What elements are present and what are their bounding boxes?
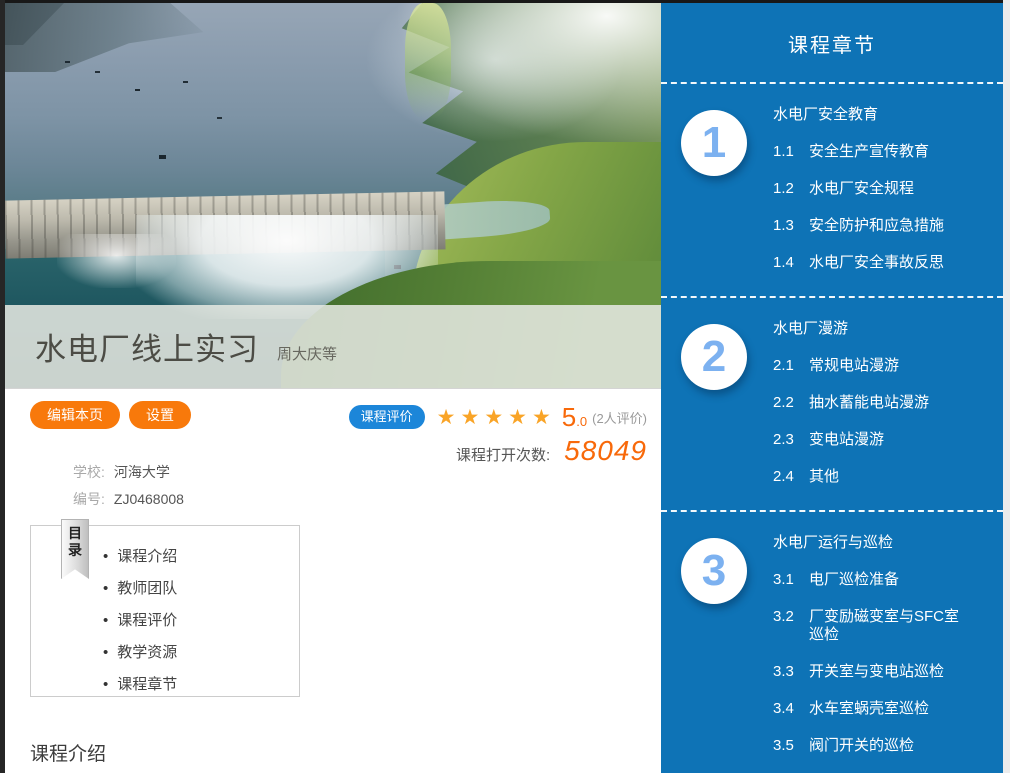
chapter-number-badge: 2 [681,324,747,390]
course-id-row: 编号: ZJ0468008 [73,486,184,513]
star-icon: ★ [437,406,461,429]
item-label: 安全防护和应急措施 [809,217,971,235]
school-label: 学校: [73,464,105,480]
window-top-edge [0,0,1010,3]
banner-art-spray-small [57,234,175,288]
opens-label: 课程打开次数: [456,444,550,465]
chapter-item-2.3[interactable]: 2.3变电站漫游 [773,431,971,449]
page-toolbar: 编辑本页 设置 [30,401,191,429]
item-label: 安全生产宣传教育 [809,143,971,161]
chapter-title[interactable]: 水电厂漫游 [773,320,971,338]
chapter-section-1: 1 水电厂安全教育 1.1安全生产宣传教育 1.2水电厂安全规程 1.3安全防护和应急措… [661,84,1003,298]
item-label: 常规电站漫游 [809,357,971,375]
chapter-section-3: 3 水电厂运行与巡检 3.1电厂巡检准备 3.2厂变励磁变室与SFC室巡检 3.3开关室… [661,512,1003,773]
item-number: 3.5 [773,737,809,755]
school-row: 学校: 河海大学 [73,459,184,486]
chapter-number-badge: 3 [681,538,747,604]
banner-art-boats [65,61,70,63]
item-label: 水车室蜗壳室巡检 [809,700,971,718]
rating-count: (2人评价) [592,408,647,427]
star-icon: ★ [508,406,532,429]
item-label: 电厂巡检准备 [809,571,971,589]
course-banner: 水电厂线上实习 周大庆等 [5,3,661,389]
item-number: 3.1 [773,571,809,589]
course-title: 水电厂线上实习 [35,324,259,369]
course-id-value: ZJ0468008 [114,491,184,507]
rating-stars: ★★★★★ [437,407,556,428]
course-opens-row: 课程打开次数: 58049 [456,435,647,467]
banner-art-sunlit-peak [405,3,451,119]
star-icon: ★ [484,406,508,429]
chapter-item-3.5[interactable]: 3.5阀门开关的巡检 [773,737,971,755]
chapter-item-1.1[interactable]: 1.1安全生产宣传教育 [773,143,971,161]
toc-item-5[interactable]: 课程章节 [103,673,299,694]
toc-item-2[interactable]: 教师团队 [103,577,299,598]
chapters-panel-title: 课程章节 [661,3,1003,84]
chapter-number-badge: 1 [681,110,747,176]
chapter-item-1.2[interactable]: 1.2水电厂安全规程 [773,180,971,198]
item-number: 1.1 [773,143,809,161]
item-label: 阀门开关的巡检 [809,737,971,755]
chapter-item-3.2[interactable]: 3.2厂变励磁变室与SFC室巡检 [773,608,971,644]
item-number: 1.2 [773,180,809,198]
item-label: 变电站漫游 [809,431,971,449]
toc-box: 目录 课程介绍教师团队课程评价教学资源课程章节 [30,525,300,697]
chapter-title[interactable]: 水电厂安全教育 [773,106,971,124]
banner-art-fog [359,3,661,165]
toc-ribbon-char: 目 [68,525,82,542]
item-number: 3.3 [773,663,809,681]
course-meta: 学校: 河海大学 编号: ZJ0468008 [73,459,184,513]
toc-item-3[interactable]: 课程评价 [103,609,299,630]
course-id-label: 编号: [73,491,105,507]
chapter-section-2: 2 水电厂漫游 2.1常规电站漫游 2.2抽水蓄能电站漫游 2.3变电站漫游 2.4其他 [661,298,1003,512]
course-rating-row: 课程评价 ★★★★★ 5.0 (2人评价) [349,403,647,431]
school-value: 河海大学 [114,464,170,480]
item-number: 3.4 [773,700,809,718]
course-rating-badge[interactable]: 课程评价 [349,405,425,429]
rating-score: 5.0 [562,402,587,433]
chapter-body: 水电厂漫游 2.1常规电站漫游 2.2抽水蓄能电站漫游 2.3变电站漫游 2.4其他 [773,320,971,486]
chapter-item-2.1[interactable]: 2.1常规电站漫游 [773,357,971,375]
scrollbar-track[interactable] [1003,0,1010,773]
item-label: 厂变励磁变室与SFC室巡检 [809,608,971,644]
chapter-item-2.4[interactable]: 2.4其他 [773,468,971,486]
course-main-column: 水电厂线上实习 周大庆等 编辑本页 设置 课程评价 ★★★★★ 5.0 (2人评… [5,3,661,773]
chapters-list: 1 水电厂安全教育 1.1安全生产宣传教育 1.2水电厂安全规程 1.3安全防护和应急措… [661,84,1003,773]
item-number: 1.3 [773,217,809,235]
item-label: 抽水蓄能电站漫游 [809,394,971,412]
item-number: 2.2 [773,394,809,412]
course-chapters-panel: 课程章节 1 水电厂安全教育 1.1安全生产宣传教育 1.2水电厂安全规程 1.3安全防… [661,3,1003,773]
item-number: 3.2 [773,608,809,644]
chapter-item-2.2[interactable]: 2.2抽水蓄能电站漫游 [773,394,971,412]
chapter-body: 水电厂安全教育 1.1安全生产宣传教育 1.2水电厂安全规程 1.3安全防护和应急措施… [773,106,971,272]
window-left-edge [0,0,5,773]
toc-item-1[interactable]: 课程介绍 [103,545,299,566]
opens-value: 58049 [564,435,647,467]
chapter-title[interactable]: 水电厂运行与巡检 [773,534,971,552]
star-icon: ★ [532,406,556,429]
item-label: 开关室与变电站巡检 [809,663,971,681]
section-heading-course-intro: 课程介绍 [30,739,106,766]
course-authors: 周大庆等 [277,343,337,364]
item-number: 1.4 [773,254,809,272]
chapter-item-3.1[interactable]: 3.1电厂巡检准备 [773,571,971,589]
item-number: 2.3 [773,431,809,449]
item-number: 2.4 [773,468,809,486]
toc-item-4[interactable]: 教学资源 [103,641,299,662]
settings-button[interactable]: 设置 [129,401,191,429]
item-label: 其他 [809,468,971,486]
chapter-item-1.4[interactable]: 1.4水电厂安全事故反思 [773,254,971,272]
chapter-item-3.4[interactable]: 3.4水车室蜗壳室巡检 [773,700,971,718]
chapter-item-3.3[interactable]: 3.3开关室与变电站巡检 [773,663,971,681]
item-label: 水电厂安全事故反思 [809,254,971,272]
item-number: 2.1 [773,357,809,375]
chapter-item-1.3[interactable]: 1.3安全防护和应急措施 [773,217,971,235]
toc-ribbon-char: 录 [68,542,82,559]
item-label: 水电厂安全规程 [809,180,971,198]
star-icon: ★ [460,406,484,429]
course-title-bar: 水电厂线上实习 周大庆等 [5,305,661,388]
chapter-body: 水电厂运行与巡检 3.1电厂巡检准备 3.2厂变励磁变室与SFC室巡检 3.3开关室与… [773,534,971,773]
edit-page-button[interactable]: 编辑本页 [30,401,120,429]
